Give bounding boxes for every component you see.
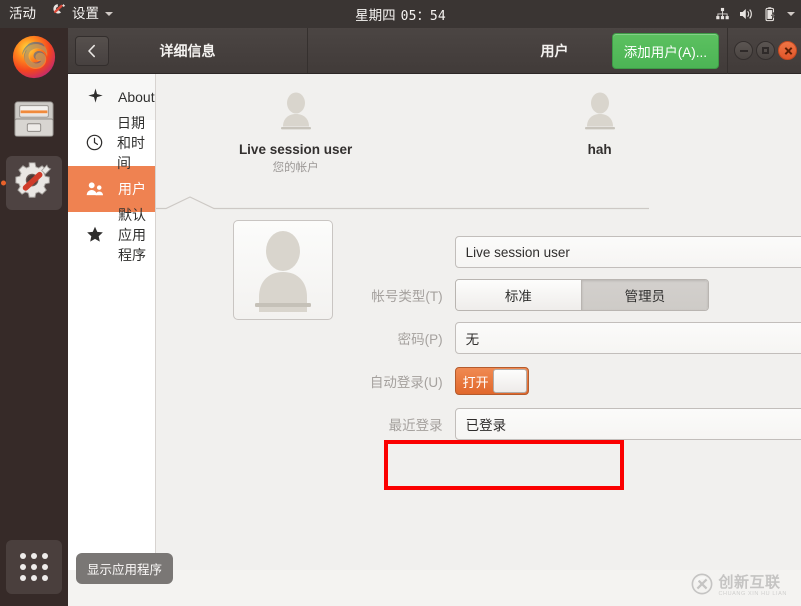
form-row-account-type: 帐号类型(T) 标准 管理员: [352, 279, 801, 311]
add-user-button[interactable]: 添加用户(A)...: [611, 32, 719, 69]
app-grid-icon: [20, 553, 48, 581]
sidebar-item-default-apps[interactable]: 默认应用程序: [68, 207, 155, 263]
sidebar-item-label: 默认应用程序: [118, 206, 146, 263]
dock: [0, 28, 68, 606]
activities-button[interactable]: 活动: [0, 0, 46, 28]
app-menu-button[interactable]: 设置: [46, 0, 119, 28]
chevron-down-icon: [787, 12, 795, 16]
clock-day: 星期四: [355, 8, 396, 23]
account-type-administrator-button[interactable]: 管理员: [581, 280, 708, 310]
sparkle-icon: [86, 88, 104, 106]
automatic-login-label: 自动登录(U): [369, 375, 443, 390]
watermark-en: CHUANG XIN HU LIAN: [718, 591, 787, 598]
user-subtitle: 您的帐户: [272, 162, 319, 174]
settings-gear-wrench-icon: [12, 159, 56, 208]
show-applications-button[interactable]: [0, 536, 68, 598]
last-login-label: 最近登录: [388, 418, 443, 433]
network-icon: [715, 7, 730, 21]
chevron-down-icon: [105, 12, 113, 16]
sidebar-item-datetime[interactable]: 日期和时间: [68, 115, 155, 171]
user-detail-form: Live session user 帐号类型(T) 标准 管理员 密码(P) 无…: [156, 210, 801, 440]
users-panel: Live session user 您的帐户 hah Live session …: [155, 74, 801, 570]
toggle-state-label: 打开: [462, 374, 489, 390]
clock-time: 05：54: [400, 9, 446, 24]
dock-item-firefox[interactable]: [0, 28, 68, 90]
form-rows: Live session user 帐号类型(T) 标准 管理员 密码(P) 无…: [352, 236, 801, 440]
users-icon: [86, 180, 104, 198]
window-header-bar: 详细信息 用户 添加用户(A)...: [68, 28, 801, 74]
star-icon: [86, 226, 104, 244]
clock[interactable]: 星期四 05：54: [0, 4, 801, 24]
account-type-label: 帐号类型(T): [371, 289, 443, 304]
back-button[interactable]: [75, 35, 109, 66]
sidebar-item-label: 日期和时间: [117, 114, 145, 171]
toggle-knob: [492, 369, 527, 393]
close-button[interactable]: [778, 41, 797, 60]
show-applications-tooltip: 显示应用程序: [76, 553, 174, 584]
form-row-password: 密码(P) 无: [352, 322, 801, 354]
minimize-button[interactable]: [734, 41, 753, 60]
form-row-last-login: 最近登录 已登录: [352, 408, 801, 440]
last-login-value-button[interactable]: 已登录: [454, 408, 801, 440]
settings-window: 详细信息 用户 添加用户(A)... About 日期和时间 用户 默认应用程序…: [68, 28, 801, 570]
sidebar: About 日期和时间 用户 默认应用程序: [68, 74, 156, 570]
firefox-icon: [11, 34, 57, 85]
automatic-login-toggle[interactable]: 打开: [454, 367, 529, 395]
default-user-avatar: [272, 88, 320, 136]
chevron-left-icon: [86, 44, 98, 58]
account-type-segmented-control: 标准 管理员: [454, 279, 709, 311]
form-row-automatic-login: 自动登录(U) 打开: [352, 365, 801, 397]
user-list: Live session user 您的帐户 hah: [156, 74, 801, 196]
dock-item-files[interactable]: [0, 90, 68, 152]
watermark-cn: 创新互联: [718, 574, 781, 592]
sidebar-item-label: About: [118, 88, 155, 105]
dock-item-settings[interactable]: [0, 152, 68, 214]
password-label: 密码(P): [397, 332, 443, 347]
form-row-name: Live session user: [352, 236, 801, 268]
user-card-selected[interactable]: Live session user 您的帐户: [196, 88, 396, 196]
watermark: 创新互联 CHUANG XIN HU LIAN: [691, 573, 787, 600]
default-user-avatar-large: [240, 224, 326, 319]
selection-notch-separator: [155, 196, 801, 210]
app-menu-label: 设置: [72, 6, 99, 21]
user-name: hah: [587, 142, 612, 157]
settings-gear-wrench-icon: [52, 0, 67, 28]
account-type-standard-button[interactable]: 标准: [455, 280, 582, 310]
header-left-pane: 详细信息: [68, 28, 308, 73]
default-user-avatar: [576, 88, 624, 136]
header-right-pane: 用户 添加用户(A)...: [308, 28, 801, 74]
maximize-button[interactable]: [756, 41, 775, 60]
user-name-field[interactable]: Live session user: [454, 236, 801, 268]
file-manager-icon: [12, 98, 56, 145]
clock-icon: [86, 134, 103, 152]
sidebar-item-label: 用户: [118, 180, 146, 197]
volume-icon: [739, 7, 755, 21]
password-value-button[interactable]: 无: [454, 322, 801, 354]
system-status-area[interactable]: [715, 0, 795, 28]
top-bar: 活动 设置 星期四 05：54: [0, 0, 801, 28]
window-controls: [727, 28, 797, 74]
window-body: About 日期和时间 用户 默认应用程序 Live session user …: [68, 74, 801, 570]
battery-charging-icon: [764, 6, 777, 22]
cx-logo-icon: [691, 573, 713, 600]
avatar-picker[interactable]: [232, 220, 333, 320]
user-name: Live session user: [238, 142, 353, 157]
desktop: 活动 设置 星期四 05：54 显示应用程序 详细信息 用户 添加用户(A)..…: [0, 0, 801, 606]
user-card[interactable]: hah: [500, 88, 700, 196]
